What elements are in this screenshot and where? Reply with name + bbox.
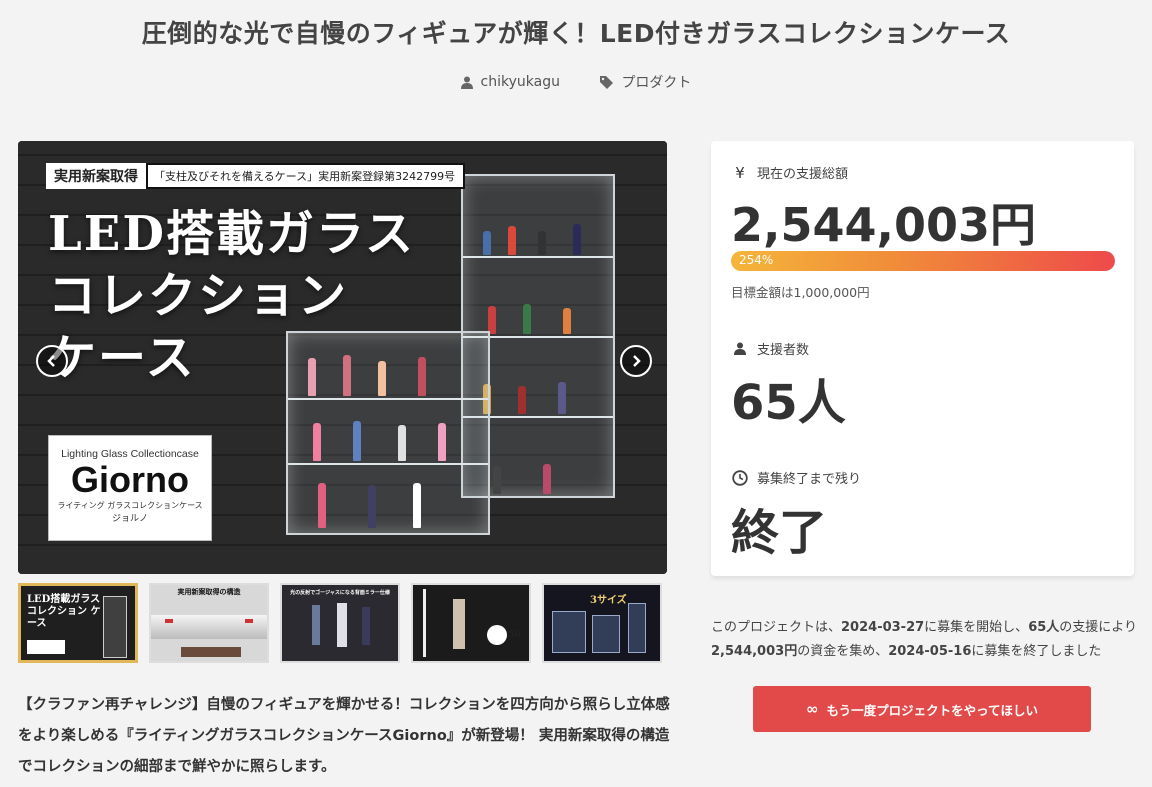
remaining-value: 終了 <box>731 505 828 561</box>
patent-badge-text: 「支柱及びそれを備えるケース」実用新案登録第3242799号 <box>154 170 456 183</box>
category-name: プロダクト <box>621 75 692 91</box>
funding-label: ¥ 現在の支援総額 <box>731 163 849 183</box>
supporters-label-text: 支援者数 <box>757 343 810 358</box>
funding-progress-text: 254% <box>739 253 774 267</box>
supporters-label: 支援者数 <box>731 339 809 358</box>
patent-badge-title: 実用新案取得 <box>46 163 148 189</box>
summary-text-2: に募集を開始し、 <box>924 620 1029 635</box>
thumbnail-5[interactable]: 3サイズ <box>542 583 662 663</box>
yen-icon: ¥ <box>735 163 745 182</box>
thumbnail-2[interactable]: 実用新案取得の構造 <box>149 583 269 663</box>
request-rerun-button[interactable]: ∞ もう一度プロジェクトをやってほしい <box>753 686 1091 732</box>
funding-amount: 2,544,003円 <box>731 198 1036 252</box>
author-link[interactable]: chikyukagu <box>460 74 560 90</box>
summary-amount: 2,544,003円 <box>711 644 798 659</box>
thumbnail-1-label: LED搭載ガラス コレクション ケース <box>27 594 101 629</box>
thumbnail-2-label: 実用新案取得の構造 <box>177 588 241 596</box>
logo-kana: ライティング ガラスコレクションケース <box>57 501 203 510</box>
infinity-icon: ∞ <box>805 700 819 718</box>
thumbnail-5-label: 3サイズ <box>590 595 627 606</box>
user-icon <box>731 342 749 355</box>
request-rerun-label: もう一度プロジェクトをやってほしい <box>826 702 1038 718</box>
headline-line-1: LED搭載ガラス <box>48 206 416 262</box>
prev-image-button[interactable] <box>36 345 68 377</box>
project-description: 【クラファン再チャレンジ】自慢のフィギュアを輝かせる！コレクションを四方向から照… <box>18 697 670 775</box>
funding-panel: ¥ 現在の支援総額 2,544,003円 254% 目標金額は1,000,000… <box>711 141 1134 576</box>
logo-kana-name: ジョルノ <box>111 514 148 524</box>
chevron-right-icon <box>633 355 641 367</box>
summary-text-1: このプロジェクトは、 <box>711 620 842 635</box>
author-name: chikyukagu <box>480 74 560 90</box>
project-meta: chikyukagu プロダクト <box>0 72 1152 93</box>
summary-start-date: 2024-03-27 <box>841 620 925 635</box>
patent-badge: 実用新案取得 「支柱及びそれを備えるケース」実用新案登録第3242799号 <box>46 163 466 189</box>
image-headline: LED搭載ガラス コレクション ケース <box>48 203 468 389</box>
summary-text-4: の資金を集め、 <box>797 644 889 659</box>
summary-backers: 65人 <box>1028 620 1060 635</box>
tag-icon <box>600 75 614 89</box>
thumbnail-3[interactable]: 光の反射でゴージャスになる背面ミラー仕様 <box>280 583 400 663</box>
summary-text-5: に募集を終了しました <box>971 644 1102 659</box>
next-image-button[interactable] <box>620 345 652 377</box>
logo-name: Giorno <box>71 459 189 500</box>
summary-end-date: 2024-05-16 <box>888 644 972 659</box>
headline-line-3: ケース <box>48 330 196 386</box>
chevron-left-icon <box>47 355 55 367</box>
thumbnail-strip: LED搭載ガラス コレクション ケース 実用新案取得の構造 光の反射でゴージャス… <box>18 583 668 667</box>
page-title: 圧倒的な光で自慢のフィギュアが輝く！LED付きガラスコレクションケース <box>141 19 1011 48</box>
funding-progress-fill <box>731 251 1115 271</box>
summary-text-3: の支援により <box>1059 620 1138 635</box>
funding-progress-bar: 254% <box>731 251 1115 271</box>
funding-label-text: 現在の支援総額 <box>757 167 849 182</box>
user-icon <box>460 76 473 89</box>
thumbnail-4-label: 50 <box>508 630 521 640</box>
headline-line-2: コレクション <box>48 268 349 324</box>
thumbnail-3-label: 光の反射でゴージャスになる背面ミラー仕様 <box>290 590 390 596</box>
remaining-label: 募集終了まで残り <box>731 468 861 487</box>
project-summary: このプロジェクトは、2024-03-27に募集を開始し、65人の支援により 2,5… <box>711 616 1141 664</box>
thumbnail-4[interactable]: 50 <box>411 583 531 663</box>
product-logo: Lighting Glass Collectioncase Giorno ライテ… <box>48 435 212 541</box>
remaining-label-text: 募集終了まで残り <box>757 472 862 487</box>
thumbnail-1[interactable]: LED搭載ガラス コレクション ケース <box>18 583 138 663</box>
supporters-count: 65人 <box>731 375 846 431</box>
category-link[interactable]: プロダクト <box>600 72 691 92</box>
main-image[interactable]: 実用新案取得 「支柱及びそれを備えるケース」実用新案登録第3242799号 LE… <box>18 141 667 574</box>
goal-amount: 目標金額は1,000,000円 <box>731 285 870 300</box>
clock-icon <box>731 469 749 486</box>
